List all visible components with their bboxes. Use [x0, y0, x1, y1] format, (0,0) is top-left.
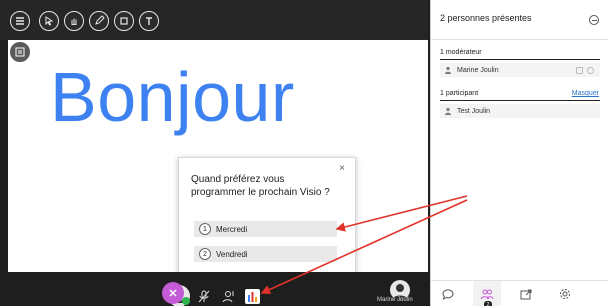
user-icon [445, 66, 451, 74]
shape-square-icon[interactable] [114, 11, 134, 31]
hand-pan-icon[interactable] [64, 11, 84, 31]
poll-option-number: 2 [199, 248, 211, 260]
panel-header: 2 personnes présentes [431, 0, 608, 40]
divider [440, 59, 600, 60]
chat-icon[interactable] [439, 285, 457, 303]
pen-icon[interactable] [89, 11, 109, 31]
menu-icon[interactable] [10, 11, 30, 31]
select-arrow-icon[interactable] [39, 11, 59, 31]
settings-gear-icon[interactable] [556, 285, 574, 303]
raise-hand-icon[interactable] [222, 289, 236, 303]
poll-question: Quand préférez vous programmer le procha… [191, 174, 330, 198]
status-ok-icon [182, 297, 190, 305]
attendees-panel: 2 personnes présentes 1 modérateur Marin… [430, 0, 608, 306]
hide-participants-link[interactable]: Masquer [572, 90, 599, 97]
microphone-muted-icon[interactable] [197, 289, 211, 303]
panel-title: 2 personnes présentes [440, 13, 532, 23]
moderators-heading: 1 modérateur [440, 49, 482, 56]
whiteboard-options-icon[interactable] [8, 40, 32, 64]
poll-option-label: Vendredi [216, 249, 248, 259]
attendee-name: Test Joulin [457, 107, 491, 115]
media-controls-bar [0, 272, 428, 306]
attendee-controls[interactable] [576, 67, 596, 75]
poll-dialog: × Quand préférez vous programmer le proc… [178, 157, 356, 281]
user-icon [445, 107, 451, 115]
presenter-name: Marine Joulin [377, 297, 413, 303]
panel-footer-nav: 2 [431, 280, 608, 306]
poll-option[interactable]: 2 Vendredi [194, 246, 337, 262]
participants-heading: 1 participant [440, 90, 479, 97]
poll-results-icon[interactable] [245, 289, 260, 304]
whiteboard-toolbar [0, 0, 428, 40]
text-tool-icon[interactable] [139, 11, 159, 31]
list-item-participant[interactable]: Test Joulin [440, 104, 600, 118]
divider [440, 100, 600, 101]
poll-option-number: 1 [199, 223, 211, 235]
attendee-name: Marine Joulin [457, 66, 499, 74]
poll-option[interactable]: 1 Mercredi [194, 221, 337, 237]
close-panel-icon[interactable] [162, 282, 184, 304]
whiteboard-text: Bonjour [50, 58, 295, 136]
attendees-count-badge: 2 [484, 301, 492, 306]
poll-option-label: Mercredi [216, 224, 248, 234]
share-content-icon[interactable] [517, 285, 535, 303]
collapse-panel-icon[interactable] [589, 15, 599, 25]
